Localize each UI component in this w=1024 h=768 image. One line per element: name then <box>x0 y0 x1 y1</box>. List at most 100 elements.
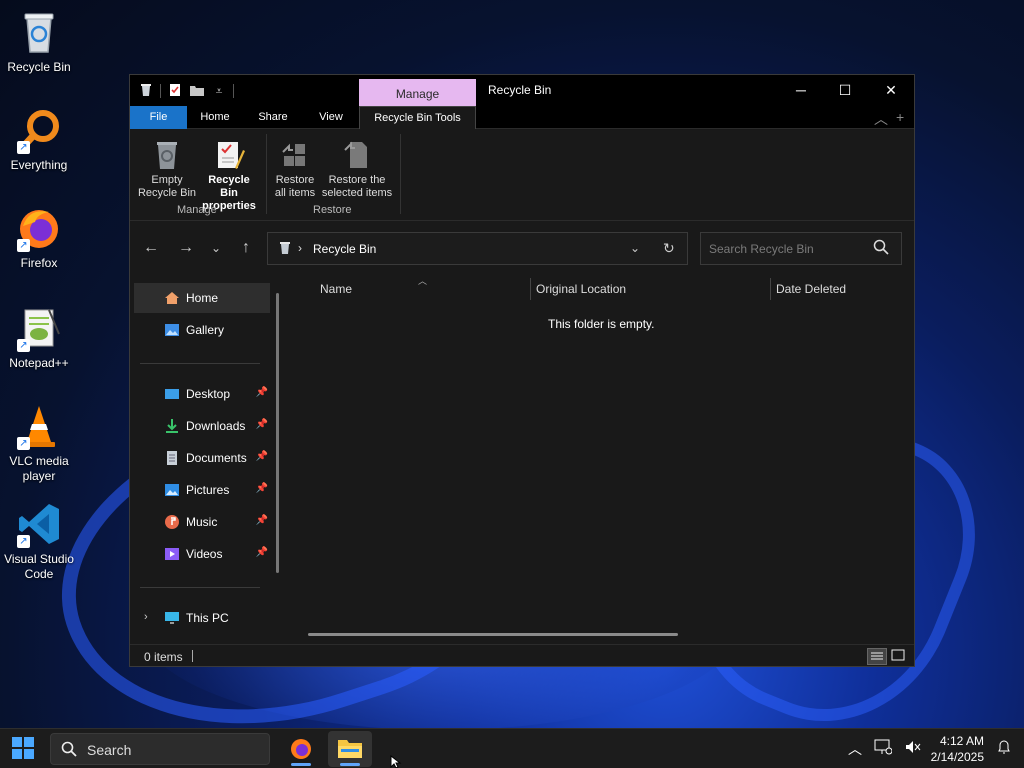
pictures-icon <box>164 482 180 498</box>
search-box[interactable] <box>700 232 902 265</box>
close-button[interactable]: ✕ <box>868 75 914 105</box>
column-divider[interactable] <box>770 278 771 300</box>
address-dropdown-chevron-icon[interactable]: ⌄ <box>630 241 640 255</box>
restore-all-items-button[interactable]: Restore all items <box>268 138 322 200</box>
customize-qat-dropdown-icon[interactable]: ⩡ <box>211 83 227 99</box>
nav-item-gallery[interactable]: Gallery <box>134 315 270 345</box>
desktop-icon-recycle-bin[interactable]: Recycle Bin <box>0 8 78 75</box>
tab-share[interactable]: Share <box>243 106 303 129</box>
up-arrow-icon[interactable]: ↑ <box>235 238 257 258</box>
large-icons-view-icon[interactable] <box>889 648 909 665</box>
tab-view[interactable]: View <box>303 106 359 129</box>
refresh-icon[interactable]: ↻ <box>663 240 675 257</box>
maximize-button[interactable]: ☐ <box>822 75 868 105</box>
nav-label: Music <box>186 515 218 529</box>
nav-item-this-pc[interactable]: › This PC <box>134 603 270 633</box>
music-icon <box>164 514 180 530</box>
nav-item-downloads[interactable]: Downloads 📌 <box>134 411 270 441</box>
desktop-icon-everything[interactable]: ↗ Everything <box>0 106 78 173</box>
pin-icon[interactable]: 📌 <box>256 451 268 462</box>
recycle-bin-address-icon <box>278 241 292 258</box>
nav-item-desktop[interactable]: Desktop 📌 <box>134 379 270 409</box>
tab-file[interactable]: File <box>130 106 187 129</box>
help-plus-icon[interactable]: + <box>896 109 904 125</box>
minimize-button[interactable]: ─ <box>778 75 824 105</box>
column-header-date-deleted[interactable]: Date Deleted <box>776 282 846 296</box>
forward-arrow-icon[interactable]: → <box>175 238 197 258</box>
ribbon-group-manage-label: Manage <box>177 204 217 216</box>
breadcrumb-recycle-bin[interactable]: Recycle Bin <box>313 242 376 256</box>
pin-icon[interactable]: 📌 <box>256 547 268 558</box>
qat-separator <box>233 84 234 98</box>
properties-icon <box>213 138 245 170</box>
new-folder-icon[interactable] <box>189 83 205 99</box>
restore-selected-label-line1: Restore the <box>328 174 386 186</box>
desktop-icon-vlc[interactable]: ↗ VLC media player <box>0 402 78 484</box>
column-header-original-location[interactable]: Original Location <box>536 282 626 296</box>
restore-selected-icon <box>341 138 373 170</box>
explorer-window: ⩡ Manage Recycle Bin ─ ☐ ✕ File Home Sha… <box>129 74 915 667</box>
search-input[interactable] <box>709 240 869 258</box>
minimize-ribbon-chevron-icon[interactable]: ︿ <box>874 109 888 129</box>
restore-all-icon <box>279 138 311 170</box>
recycle-bin-properties-button[interactable]: Recycle Bin properties <box>198 138 260 213</box>
pin-icon[interactable]: 📌 <box>256 515 268 526</box>
breadcrumb-chevron-icon[interactable]: › <box>298 241 302 255</box>
back-arrow-icon[interactable]: ← <box>140 238 162 258</box>
taskbar-file-explorer[interactable] <box>328 731 372 767</box>
nav-item-home[interactable]: Home <box>134 283 270 313</box>
quick-access-toolbar: ⩡ <box>138 83 234 99</box>
ribbon-panel: Empty Recycle Bin Recycle Bin properties… <box>130 130 914 221</box>
empty-folder-message: This folder is empty. <box>548 317 655 331</box>
restore-selected-items-button[interactable]: Restore the selected items <box>320 138 394 200</box>
status-bar: 0 items <box>130 644 914 667</box>
expand-chevron-icon[interactable]: › <box>144 611 148 623</box>
desktop-icon-label: Firefox <box>20 256 58 270</box>
title-bar[interactable]: ⩡ Manage Recycle Bin ─ ☐ ✕ <box>130 75 914 107</box>
start-windows-icon[interactable] <box>12 737 34 762</box>
horizontal-scrollbar[interactable] <box>308 633 678 636</box>
empty-recycle-bin-button[interactable]: Empty Recycle Bin <box>136 138 198 200</box>
tab-recycle-bin-tools[interactable]: Recycle Bin Tools <box>359 106 476 129</box>
shortcut-arrow-icon: ↗ <box>17 239 30 252</box>
network-icon[interactable] <box>874 739 893 758</box>
notepadpp-icon: ↗ <box>15 304 63 352</box>
nav-item-pictures[interactable]: Pictures 📌 <box>134 475 270 505</box>
recent-locations-chevron-icon[interactable]: ⌄ <box>205 238 227 258</box>
ribbon-tabs: File Home Share View Recycle Bin Tools ︿… <box>130 106 914 129</box>
pin-icon[interactable]: 📌 <box>256 387 268 398</box>
empty-label-line2: Recycle Bin <box>137 187 197 199</box>
properties-check-icon[interactable] <box>167 83 183 99</box>
desktop-icon-firefox[interactable]: ↗ Firefox <box>0 204 78 271</box>
taskbar-firefox[interactable] <box>279 731 323 767</box>
nav-label: Home <box>186 291 219 305</box>
tab-home[interactable]: Home <box>187 106 243 129</box>
nav-item-videos[interactable]: Videos 📌 <box>134 539 270 569</box>
desktop-icon-vscode[interactable]: ↗ Visual Studio Code <box>0 500 78 582</box>
home-icon <box>164 290 180 306</box>
navigation-pane: Home Gallery Desktop 📌 Downloads 📌 Docum… <box>130 279 280 644</box>
details-view-icon[interactable] <box>867 648 887 665</box>
column-header-name[interactable]: Name <box>320 282 352 296</box>
pin-icon[interactable]: 📌 <box>256 483 268 494</box>
column-divider[interactable] <box>530 278 531 300</box>
address-bar[interactable]: › Recycle Bin ⌄ ↻ <box>267 232 688 265</box>
nav-item-music[interactable]: Music 📌 <box>134 507 270 537</box>
nav-item-documents[interactable]: Documents 📌 <box>134 443 270 473</box>
navigation-pane-scrollbar[interactable] <box>276 293 279 573</box>
volume-muted-icon[interactable] <box>904 739 922 758</box>
nav-label: This PC <box>186 611 229 625</box>
taskbar-clock[interactable]: 4:12 AM 2/14/2025 <box>931 733 984 765</box>
notification-bell-icon[interactable] <box>996 739 1012 758</box>
search-icon[interactable] <box>873 239 889 258</box>
desktop-icon-notepadpp[interactable]: ↗ Notepad++ <box>0 304 78 371</box>
show-hidden-icons-chevron-icon[interactable]: ︿ <box>848 739 862 759</box>
clock-date: 2/14/2025 <box>930 750 984 764</box>
nav-label: Gallery <box>186 323 225 337</box>
taskbar-search[interactable]: Search <box>50 733 270 765</box>
pin-icon[interactable]: 📌 <box>256 419 268 430</box>
firefox-icon <box>291 739 311 759</box>
navigation-bar: ← → ⌄ ↑ › Recycle Bin ⌄ ↻ <box>130 222 914 274</box>
videos-icon <box>164 546 180 562</box>
empty-bin-icon <box>151 138 183 170</box>
